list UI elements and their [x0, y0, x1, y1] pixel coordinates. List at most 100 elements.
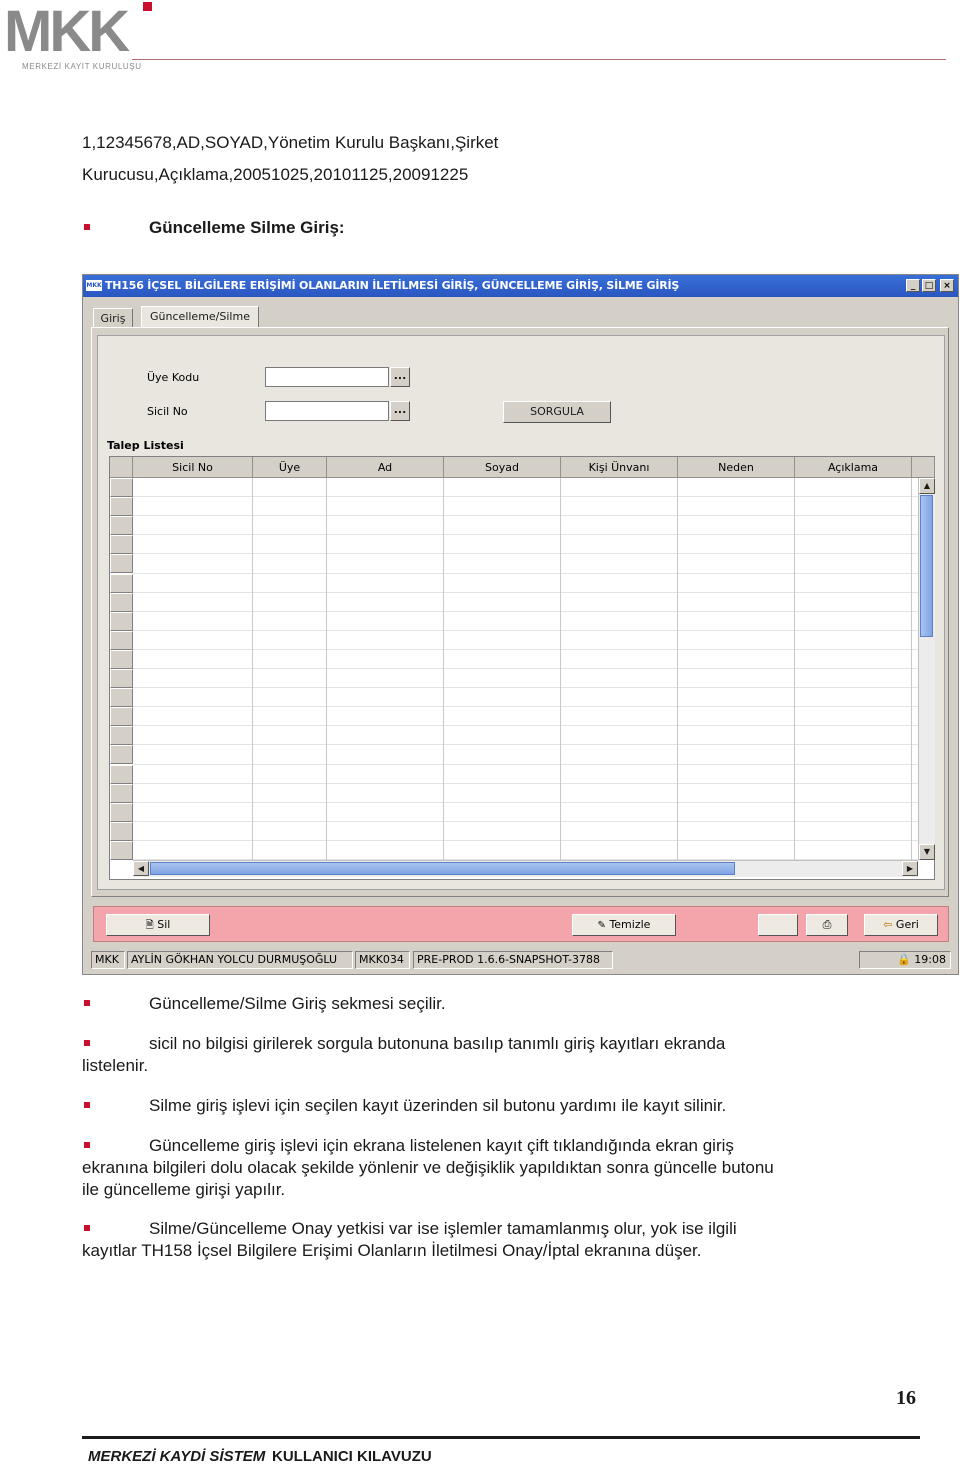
row-header[interactable]	[110, 497, 133, 517]
mkk-logo: MKK	[4, 0, 130, 64]
minimize-button[interactable]: _	[906, 279, 920, 292]
row-header[interactable]	[110, 669, 133, 688]
row-header[interactable]	[110, 840, 133, 860]
maximize-button[interactable]: □	[922, 279, 936, 292]
column-header-uye[interactable]: Üye	[253, 457, 327, 478]
geri-button[interactable]: ⇦ Geri	[864, 914, 938, 936]
row-header[interactable]	[110, 802, 133, 822]
horizontal-scroll-thumb[interactable]	[150, 862, 735, 875]
tab-guncelleme-silme[interactable]: Güncelleme/Silme	[141, 306, 259, 328]
footer-left: MERKEZİ KAYDİ SİSTEM	[88, 1448, 266, 1465]
bullet-5-line-1: Silme/Güncelleme Onay yetkisi var ise iş…	[149, 1219, 737, 1238]
uye-kodu-input[interactable]	[265, 367, 389, 387]
vertical-scroll-thumb[interactable]	[920, 495, 933, 637]
tab-giris[interactable]: Giriş	[93, 308, 133, 328]
row-gridline	[133, 534, 918, 536]
delete-icon: 🗎	[145, 920, 154, 931]
talep-listesi-table[interactable]: Sicil No Üye Ad Soyad Kişi Ünvanı Neden …	[109, 456, 935, 880]
status-time: 19:08	[914, 953, 946, 966]
row-gridline	[133, 706, 918, 708]
column-gridline	[677, 478, 678, 860]
row-header[interactable]	[110, 478, 133, 497]
sicil-no-lookup-button[interactable]: ...	[390, 401, 410, 421]
row-header[interactable]	[110, 745, 133, 765]
scroll-down-icon[interactable]: ▼	[919, 844, 935, 860]
row-header[interactable]	[110, 821, 133, 841]
sorgula-button[interactable]: SORGULA	[503, 401, 611, 423]
row-header[interactable]	[110, 535, 133, 555]
bullet-icon	[84, 1040, 90, 1046]
row-header[interactable]	[110, 649, 133, 669]
row-gridline	[133, 553, 918, 555]
sicil-no-input[interactable]	[265, 401, 389, 421]
row-header[interactable]	[110, 726, 133, 746]
column-gridline	[252, 478, 253, 860]
column-header-kisi-unvani[interactable]: Kişi Ünvanı	[561, 457, 678, 478]
temizle-button[interactable]: ✎ Temizle	[572, 914, 676, 936]
column-gridline	[794, 478, 795, 860]
column-header-sicil-no[interactable]: Sicil No	[133, 457, 253, 478]
table-header-filler	[912, 457, 935, 478]
scroll-right-icon[interactable]: ▶	[902, 861, 918, 876]
column-header-aciklama[interactable]: Açıklama	[795, 457, 912, 478]
table-corner	[110, 457, 133, 478]
action-bar: 🗎 Sil ✎ Temizle ⎙ ⇦ Geri	[93, 906, 949, 942]
close-button[interactable]: ×	[940, 279, 954, 292]
status-version: PRE-PROD 1.6.6-SNAPSHOT-3788	[413, 951, 613, 969]
uye-kodu-label: Üye Kodu	[147, 371, 200, 384]
sil-button[interactable]: 🗎 Sil	[106, 914, 210, 936]
scroll-left-icon[interactable]: ◀	[133, 861, 149, 876]
back-arrow-icon: ⇦	[883, 918, 893, 931]
row-gridline	[133, 591, 918, 593]
bullet-2-line-1: sicil no bilgisi girilerek sorgula buton…	[149, 1034, 726, 1053]
row-header[interactable]	[110, 554, 133, 574]
window-titlebar: MKK TH156 İÇSEL BİLGİLERE ERİŞİMİ OLANLA…	[83, 275, 958, 297]
status-clock: 🔒 19:08	[859, 951, 951, 969]
row-header[interactable]	[110, 630, 133, 650]
column-header-soyad[interactable]: Soyad	[444, 457, 561, 478]
bullet-5-line-2: kayıtlar TH158 İçsel Bilgilere Erişimi O…	[82, 1241, 702, 1260]
footer-right: KULLANICI KILAVUZU	[272, 1448, 432, 1465]
printer-icon: ⎙	[822, 918, 832, 931]
row-gridline	[133, 668, 918, 669]
page-number: 16	[896, 1387, 916, 1409]
bullet-1-text: Güncelleme/Silme Giriş sekmesi seçilir.	[149, 994, 446, 1013]
vertical-scrollbar[interactable]: ▲ ▼	[918, 478, 935, 860]
column-gridline	[326, 478, 327, 860]
row-gridline	[133, 744, 918, 746]
header-rule	[132, 59, 946, 60]
row-header[interactable]	[110, 707, 133, 727]
bullet-2-line-2: listelenir.	[82, 1056, 149, 1075]
bullet-icon	[84, 1225, 90, 1231]
logo-subtitle: MERKEZİ KAYIT KURULUŞU	[22, 62, 142, 71]
row-header[interactable]	[110, 611, 133, 631]
column-header-ad[interactable]: Ad	[327, 457, 444, 478]
row-header[interactable]	[110, 783, 133, 803]
scroll-up-icon[interactable]: ▲	[919, 478, 935, 494]
row-gridline	[133, 648, 918, 650]
window-title: TH156 İÇSEL BİLGİLERE ERİŞİMİ OLANLARIN …	[105, 279, 680, 292]
print-button[interactable]: ⎙	[806, 914, 848, 936]
section-heading: Güncelleme Silme Giriş:	[149, 218, 345, 237]
status-user: AYLİN GÖKHAN YOLCU DURMUŞOĞLU	[127, 951, 353, 969]
row-header[interactable]	[110, 573, 133, 593]
blank-button[interactable]	[758, 914, 798, 936]
sicil-no-label: Sicil No	[147, 405, 188, 418]
row-header[interactable]	[110, 516, 133, 536]
row-gridline	[133, 725, 918, 727]
row-gridline	[133, 763, 918, 765]
uye-kodu-lookup-button[interactable]: ...	[390, 367, 410, 387]
bullet-3-text: Silme giriş işlevi için seçilen kayıt üz…	[149, 1096, 727, 1115]
row-header[interactable]	[110, 764, 133, 784]
bullet-4-line-2: ekranına bilgileri dolu olacak şekilde y…	[82, 1158, 774, 1177]
column-gridline	[560, 478, 561, 860]
row-header[interactable]	[110, 592, 133, 612]
app-window: MKK TH156 İÇSEL BİLGİLERE ERİŞİMİ OLANLA…	[82, 274, 959, 975]
column-gridline	[443, 478, 444, 860]
row-gridline	[133, 496, 918, 498]
row-header[interactable]	[110, 688, 133, 708]
horizontal-scrollbar[interactable]: ◀ ▶	[133, 860, 918, 877]
column-header-neden[interactable]: Neden	[678, 457, 795, 478]
talep-listesi-label: Talep Listesi	[107, 439, 184, 452]
row-gridline	[133, 572, 918, 574]
